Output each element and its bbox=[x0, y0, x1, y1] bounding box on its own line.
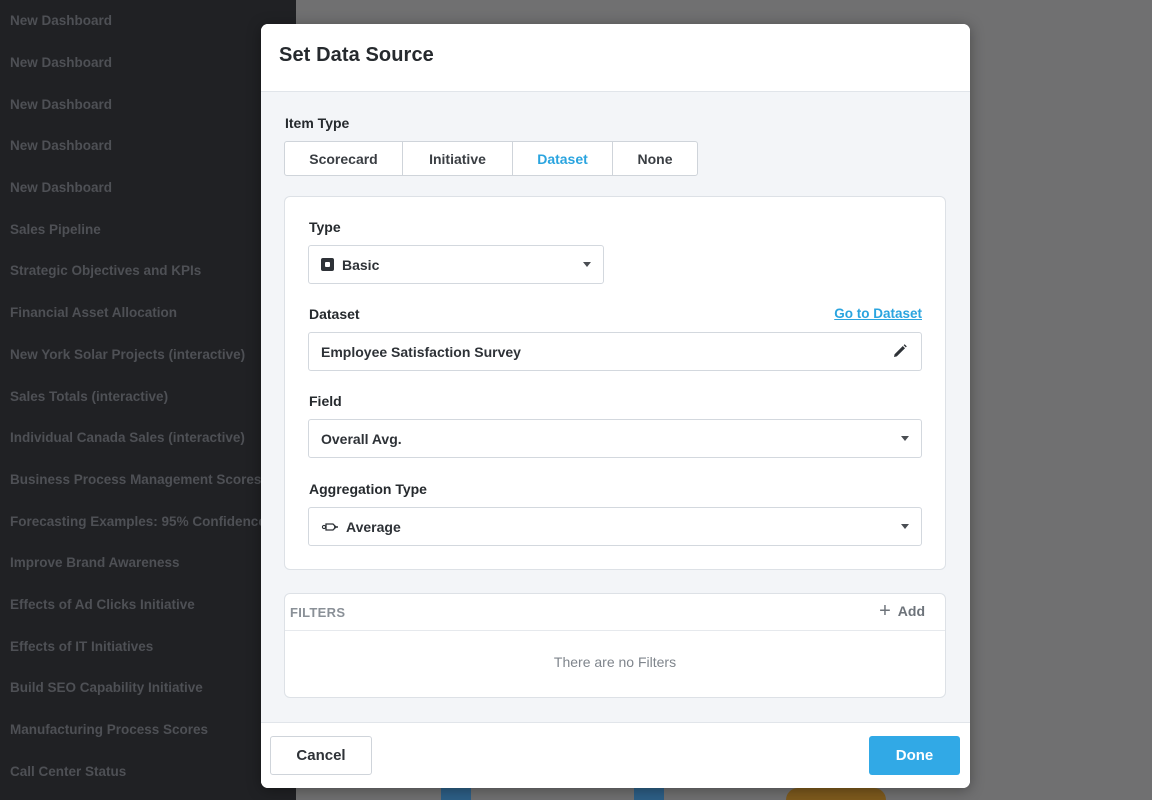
type-select[interactable]: Basic bbox=[308, 245, 604, 284]
done-button[interactable]: Done bbox=[869, 736, 960, 775]
item-type-segmented-control: Scorecard Initiative Dataset None bbox=[284, 141, 698, 176]
sidebar-item[interactable]: New York Solar Projects (interactive) bbox=[0, 334, 296, 376]
pencil-icon[interactable] bbox=[893, 344, 907, 361]
filters-empty-message: There are no Filters bbox=[553, 654, 677, 670]
type-label: Type bbox=[309, 219, 341, 235]
filters-header: FILTERS + Add bbox=[285, 594, 945, 631]
item-type-dataset[interactable]: Dataset bbox=[513, 142, 613, 175]
chevron-down-icon bbox=[901, 524, 909, 529]
add-filter-button[interactable]: + Add bbox=[879, 600, 925, 622]
aggregation-type-select[interactable]: Average bbox=[308, 507, 922, 546]
type-value: Basic bbox=[342, 256, 380, 273]
dialog-title: Set Data Source bbox=[279, 44, 434, 66]
sidebar-item[interactable]: Effects of IT Initiatives bbox=[0, 625, 296, 667]
background-chart-bar bbox=[634, 786, 664, 800]
sidebar-item[interactable]: New Dashboard bbox=[0, 0, 296, 42]
add-filter-label: Add bbox=[897, 603, 925, 619]
dataset-value: Employee Satisfaction Survey bbox=[321, 343, 521, 360]
sidebar-item[interactable]: Business Process Management Scores bbox=[0, 459, 296, 501]
item-type-initiative[interactable]: Initiative bbox=[403, 142, 513, 175]
background-sidebar: New Dashboard New Dashboard New Dashboar… bbox=[0, 0, 296, 800]
sidebar-item[interactable]: New Dashboard bbox=[0, 125, 296, 167]
average-icon bbox=[321, 522, 339, 532]
sidebar-item[interactable]: Financial Asset Allocation bbox=[0, 292, 296, 334]
sidebar-item[interactable]: New Dashboard bbox=[0, 42, 296, 84]
dataset-field[interactable]: Employee Satisfaction Survey bbox=[308, 332, 922, 371]
chevron-down-icon bbox=[583, 262, 591, 267]
field-value: Overall Avg. bbox=[321, 430, 402, 447]
sidebar-item[interactable]: New Dashboard bbox=[0, 83, 296, 125]
sidebar-item[interactable]: New Dashboard bbox=[0, 167, 296, 209]
item-type-none[interactable]: None bbox=[613, 142, 697, 175]
sidebar-item[interactable]: Forecasting Examples: 95% Confidence bbox=[0, 500, 296, 542]
data-source-card: Type Basic Dataset Go to Dataset Employe… bbox=[284, 196, 946, 570]
sidebar-item[interactable]: Sales Totals (interactive) bbox=[0, 375, 296, 417]
cancel-button[interactable]: Cancel bbox=[270, 736, 372, 775]
sidebar-item[interactable]: Manufacturing Process Scores bbox=[0, 709, 296, 751]
sidebar-item[interactable]: Strategic Objectives and KPIs bbox=[0, 250, 296, 292]
dialog-header: Set Data Source bbox=[261, 24, 970, 92]
background-chart-shape bbox=[786, 788, 886, 800]
field-select[interactable]: Overall Avg. bbox=[308, 419, 922, 458]
plus-icon: + bbox=[879, 600, 891, 622]
dashboard-list: New Dashboard New Dashboard New Dashboar… bbox=[0, 0, 296, 792]
dataset-label: Dataset bbox=[309, 306, 360, 322]
sidebar-item[interactable]: Improve Brand Awareness bbox=[0, 542, 296, 584]
basic-square-icon bbox=[321, 258, 334, 271]
go-to-dataset-link[interactable]: Go to Dataset bbox=[834, 306, 922, 321]
item-type-label: Item Type bbox=[285, 115, 350, 131]
field-label: Field bbox=[309, 393, 342, 409]
sidebar-item[interactable]: Sales Pipeline bbox=[0, 208, 296, 250]
dialog-footer: Cancel Done bbox=[261, 722, 970, 788]
filters-title: FILTERS bbox=[290, 604, 346, 620]
filters-panel: FILTERS + Add There are no Filters bbox=[284, 593, 946, 698]
aggregation-value: Average bbox=[346, 518, 401, 535]
sidebar-item[interactable]: Effects of Ad Clicks Initiative bbox=[0, 584, 296, 626]
chevron-down-icon bbox=[901, 436, 909, 441]
sidebar-item[interactable]: Individual Canada Sales (interactive) bbox=[0, 417, 296, 459]
sidebar-item[interactable]: Call Center Status bbox=[0, 750, 296, 792]
sidebar-item[interactable]: Build SEO Capability Initiative bbox=[0, 667, 296, 709]
aggregation-type-label: Aggregation Type bbox=[309, 481, 427, 497]
background-chart-bar bbox=[441, 786, 471, 800]
set-data-source-dialog: Set Data Source Item Type Scorecard Init… bbox=[261, 24, 970, 788]
item-type-scorecard[interactable]: Scorecard bbox=[285, 142, 403, 175]
